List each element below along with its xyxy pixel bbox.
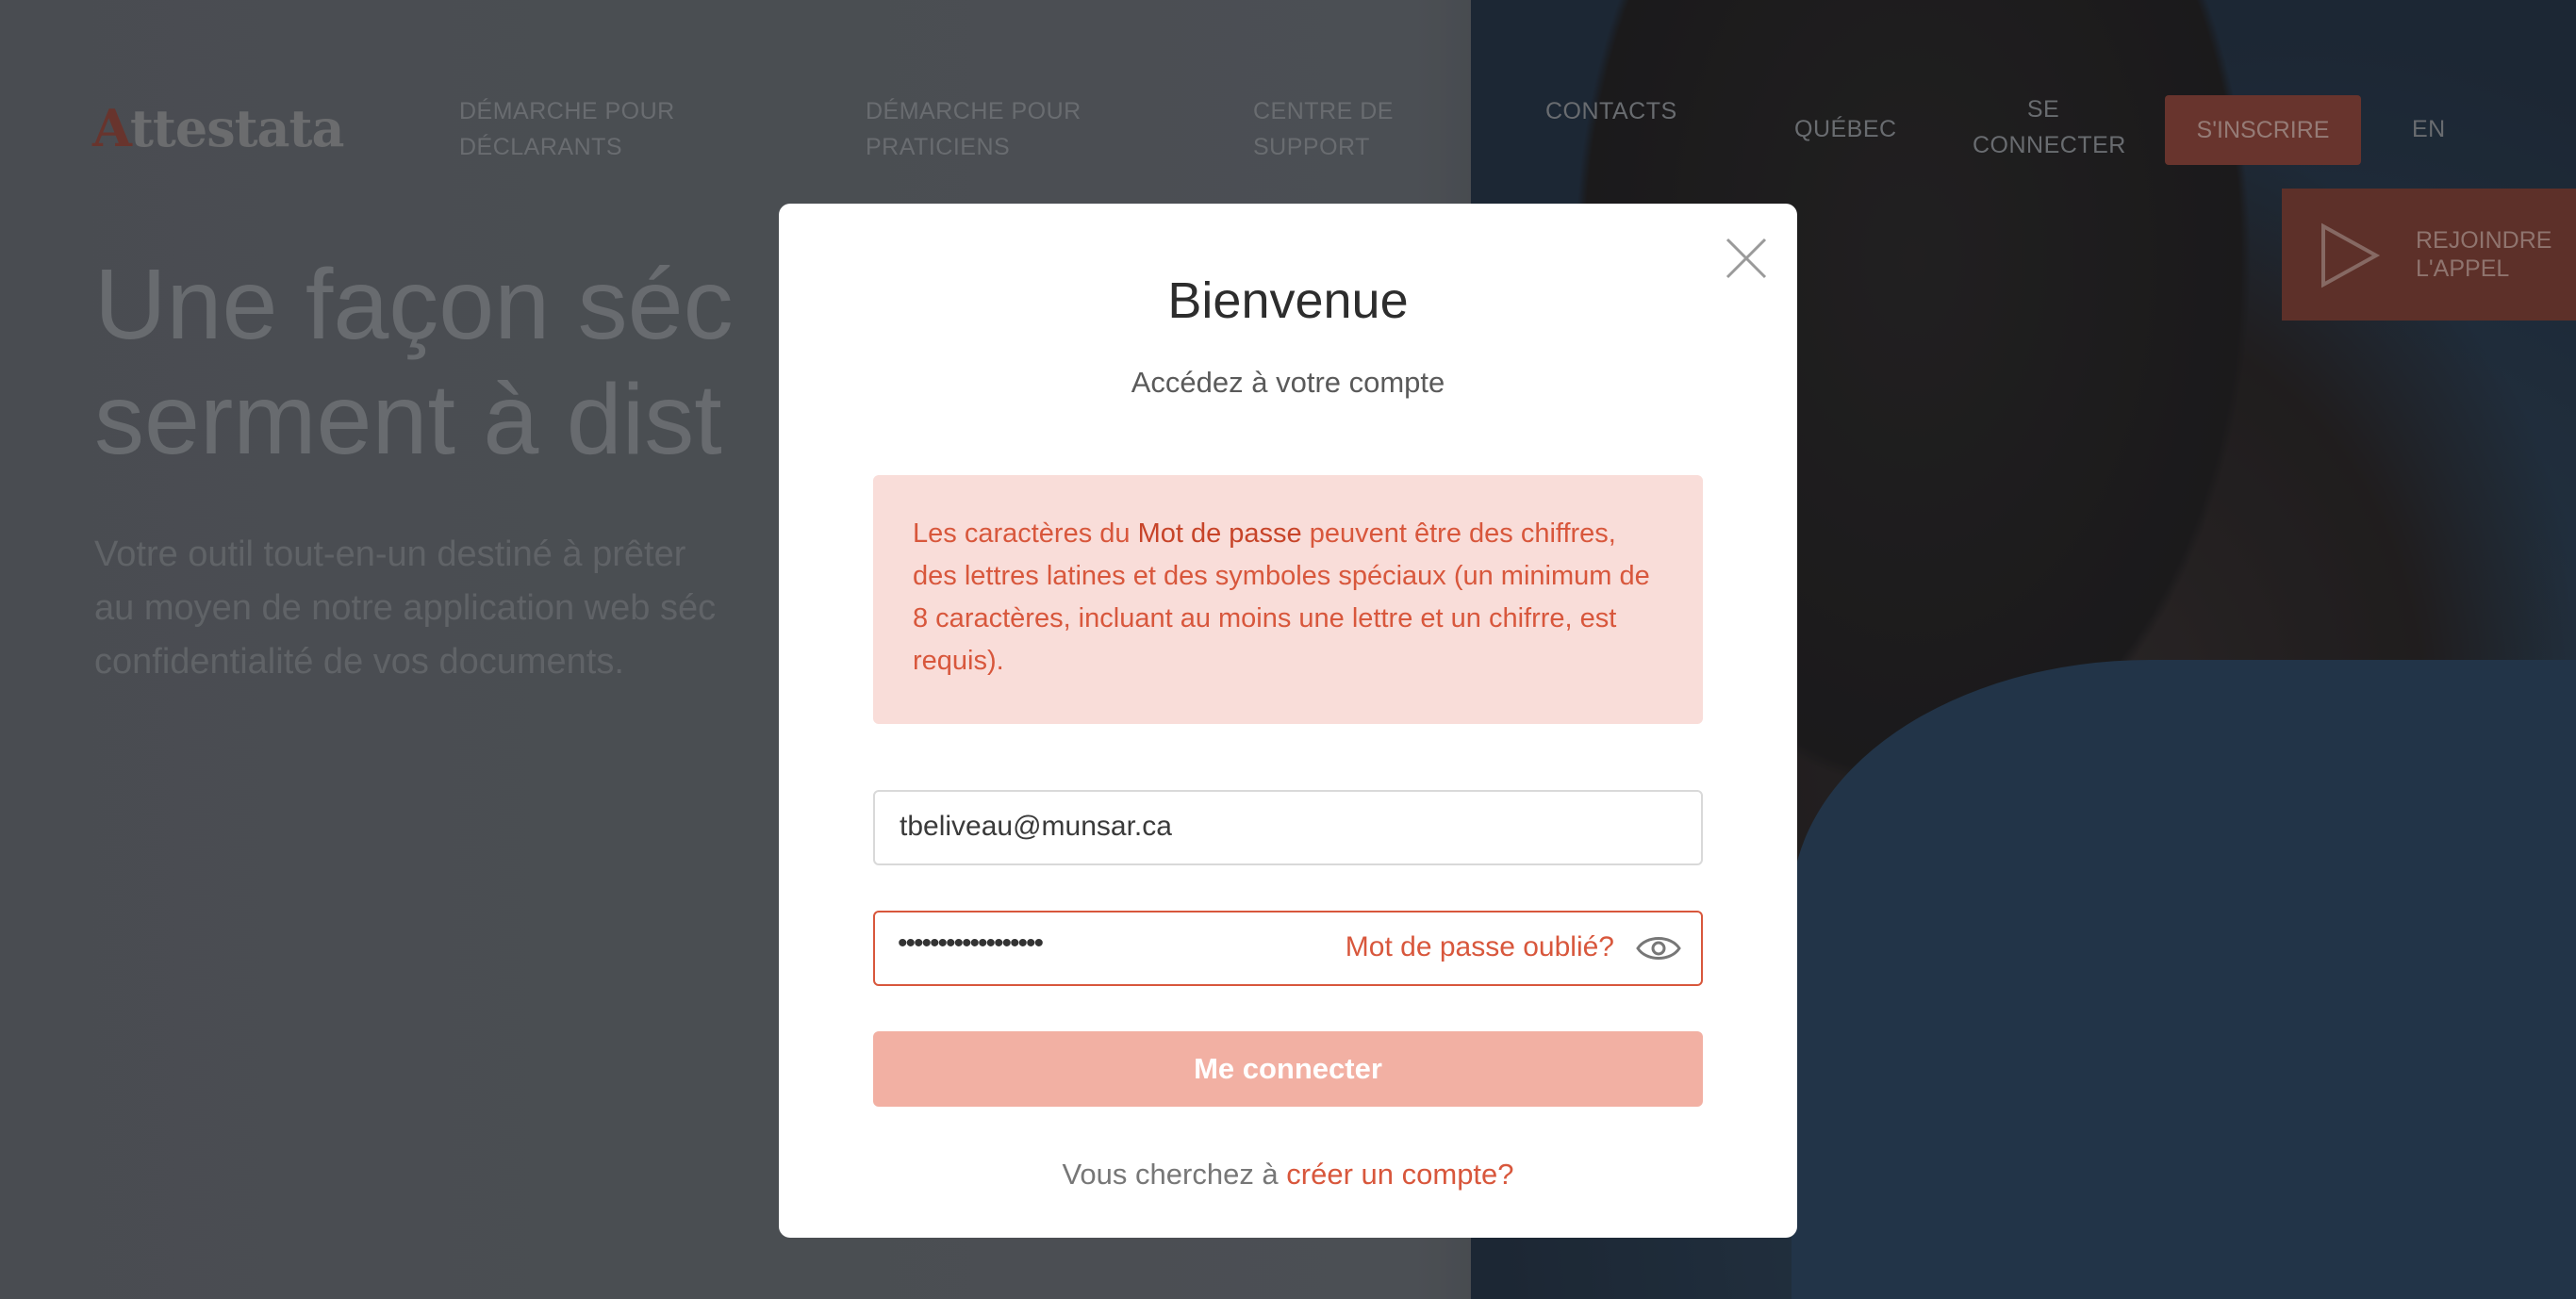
password-value: •••••••••••••••••• bbox=[898, 928, 1044, 959]
page: Attestata DÉMARCHE POUR DÉCLARANTS DÉMAR… bbox=[0, 0, 2576, 1299]
modal-subtitle: Accédez à votre compte bbox=[1131, 366, 1445, 399]
login-modal: Bienvenue Accédez à votre compte Les car… bbox=[779, 204, 1797, 1238]
eye-icon[interactable] bbox=[1635, 929, 1682, 967]
forgot-password-link[interactable]: Mot de passe oublié? bbox=[1346, 931, 1614, 963]
create-account-link[interactable]: créer un compte? bbox=[1286, 1158, 1513, 1191]
password-rules-alert: Les caractères du Mot de passe peuvent ê… bbox=[873, 475, 1703, 724]
alert-strong-text: Mot de passe bbox=[1137, 518, 1302, 549]
email-value: tbeliveau@munsar.ca bbox=[900, 811, 1172, 842]
email-field[interactable]: tbeliveau@munsar.ca bbox=[873, 790, 1703, 865]
signup-prompt: Vous cherchez à créer un compte? bbox=[779, 1158, 1797, 1192]
password-field[interactable]: •••••••••••••••••• Mot de passe oublié? bbox=[873, 911, 1703, 986]
login-button[interactable]: Me connecter bbox=[873, 1031, 1703, 1107]
signup-prompt-text: Vous cherchez à bbox=[1062, 1158, 1287, 1191]
alert-text: Les caractères du bbox=[913, 518, 1138, 549]
modal-title: Bienvenue bbox=[1167, 272, 1409, 329]
